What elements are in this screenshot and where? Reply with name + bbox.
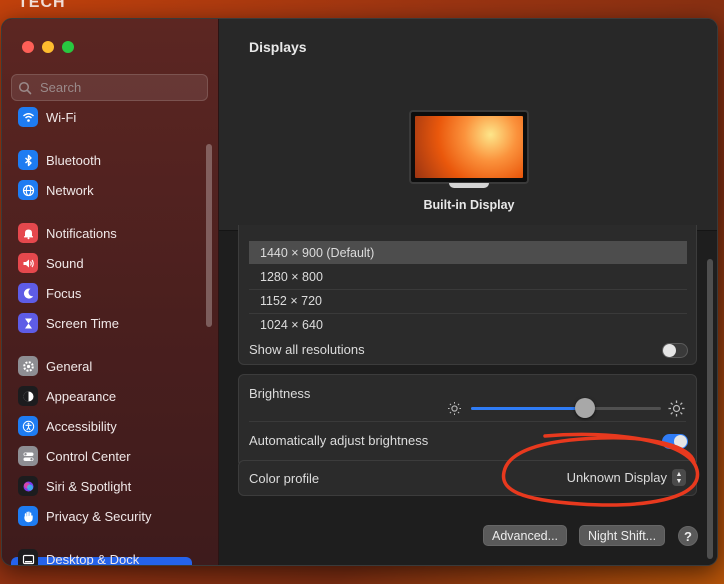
brightness-slider-fill — [471, 407, 585, 410]
color-profile-popup[interactable]: Unknown Display ▲ ▼ — [567, 469, 686, 486]
sidebar-item-label: Notifications — [46, 225, 117, 241]
sidebar-item-label: Network — [46, 182, 94, 198]
sidebar-list: Wi-Fi Bluetooth Network Notifications So… — [2, 105, 210, 565]
desktop-label: TECH — [18, 0, 66, 11]
window-controls — [22, 41, 74, 53]
sidebar-item-label: Desktop & Dock — [46, 551, 140, 566]
system-settings-window: Wi-Fi Bluetooth Network Notifications — [1, 18, 718, 566]
sidebar-item-label: Bluetooth — [46, 152, 101, 168]
sidebar-item-screen-time[interactable]: Screen Time — [18, 310, 194, 336]
help-button[interactable]: ? — [678, 526, 698, 546]
page-title: Displays — [249, 39, 307, 55]
sidebar-item-label: Wi-Fi — [46, 109, 77, 125]
auto-brightness-toggle[interactable] — [662, 434, 688, 449]
wifi-icon — [18, 107, 38, 127]
main-scrollbar[interactable] — [707, 259, 713, 559]
brightness-slider[interactable] — [471, 398, 661, 418]
chevron-up-down-icon: ▲ ▼ — [672, 469, 686, 486]
sidebar-item-accessibility[interactable]: Accessibility — [18, 413, 194, 439]
toggle-knob — [674, 435, 687, 448]
advanced-button[interactable]: Advanced... — [483, 525, 568, 546]
resolution-option[interactable]: 1152 × 720 — [249, 289, 687, 312]
moon-icon — [18, 283, 38, 303]
siri-icon — [18, 476, 38, 496]
toggle-knob — [663, 344, 676, 357]
control-center-icon — [18, 446, 38, 466]
hand-icon — [18, 506, 38, 526]
sidebar-item-control-center[interactable]: Control Center — [18, 443, 194, 469]
sidebar-item-general[interactable]: General — [18, 353, 194, 379]
brightness-slider-thumb[interactable] — [575, 398, 595, 418]
sidebar-item-label: Accessibility — [46, 418, 117, 434]
sidebar-item-notifications[interactable]: Notifications — [18, 220, 194, 246]
brightness-panel: Brightness Automatically adjust brightne… — [238, 374, 697, 467]
gear-icon — [18, 356, 38, 376]
sidebar-item-label: Sound — [46, 255, 84, 271]
maximize-window-button[interactable] — [62, 41, 74, 53]
sidebar-item-network[interactable]: Network — [18, 177, 194, 203]
dock-icon — [18, 549, 38, 565]
speaker-icon — [18, 253, 38, 273]
monitor-stand — [449, 183, 489, 188]
resolution-option[interactable]: 1440 × 900 (Default) — [249, 241, 687, 264]
sidebar-item-label: Privacy & Security — [46, 508, 152, 524]
resolution-panel: 1440 × 900 (Default) 1280 × 800 1152 × 7… — [238, 225, 697, 365]
resolution-option[interactable]: 1280 × 800 — [249, 265, 687, 288]
show-all-resolutions-label: Show all resolutions — [249, 342, 365, 357]
display-header: Displays Built-in Display — [219, 19, 717, 231]
globe-icon — [18, 180, 38, 200]
auto-brightness-label: Automatically adjust brightness — [249, 433, 429, 448]
night-shift-button[interactable]: Night Shift... — [579, 525, 666, 546]
sidebar-item-bluetooth[interactable]: Bluetooth — [18, 147, 194, 173]
search-input[interactable] — [38, 79, 202, 96]
sidebar: Wi-Fi Bluetooth Network Notifications — [2, 19, 219, 565]
sidebar-item-label: Appearance — [46, 388, 117, 404]
color-profile-panel: Color profile Unknown Display ▲ ▼ — [238, 460, 697, 496]
sidebar-item-wifi[interactable]: Wi-Fi — [18, 105, 194, 130]
minimize-window-button[interactable] — [42, 41, 54, 53]
sidebar-item-sound[interactable]: Sound — [18, 250, 194, 276]
appearance-icon — [18, 386, 38, 406]
bluetooth-icon — [18, 150, 38, 170]
bell-icon — [18, 223, 38, 243]
sidebar-item-focus[interactable]: Focus — [18, 280, 194, 306]
color-profile-label: Color profile — [249, 471, 320, 486]
resolution-option[interactable]: 1024 × 640 — [249, 313, 687, 336]
sidebar-item-privacy-security[interactable]: Privacy & Security — [18, 503, 194, 529]
sidebar-item-label: Screen Time — [46, 315, 119, 331]
accessibility-icon — [18, 416, 38, 436]
brightness-label: Brightness — [249, 386, 311, 401]
wallpaper-preview — [415, 116, 523, 178]
sidebar-item-label: General — [46, 358, 93, 374]
close-window-button[interactable] — [22, 41, 34, 53]
sidebar-item-siri-spotlight[interactable]: Siri & Spotlight — [18, 473, 194, 499]
color-profile-value: Unknown Display — [566, 470, 667, 485]
display-name: Built-in Display — [423, 198, 515, 212]
search-icon — [18, 81, 32, 94]
sun-bright-icon — [668, 400, 685, 417]
hourglass-icon — [18, 313, 38, 333]
display-preview[interactable] — [409, 110, 529, 184]
sidebar-item-desktop-dock[interactable]: Desktop & Dock — [18, 546, 194, 565]
main-content: Displays Built-in Display 1440 × 900 (De… — [219, 19, 717, 565]
sun-dim-icon — [448, 402, 461, 415]
show-all-resolutions-toggle[interactable] — [662, 343, 688, 358]
sidebar-scrollbar[interactable] — [206, 144, 212, 327]
sidebar-item-label: Control Center — [46, 448, 131, 464]
search-field[interactable] — [11, 74, 208, 101]
sidebar-item-appearance[interactable]: Appearance — [18, 383, 194, 409]
sidebar-item-label: Focus — [46, 285, 82, 301]
divider — [249, 421, 686, 422]
sidebar-item-label: Siri & Spotlight — [46, 478, 132, 494]
